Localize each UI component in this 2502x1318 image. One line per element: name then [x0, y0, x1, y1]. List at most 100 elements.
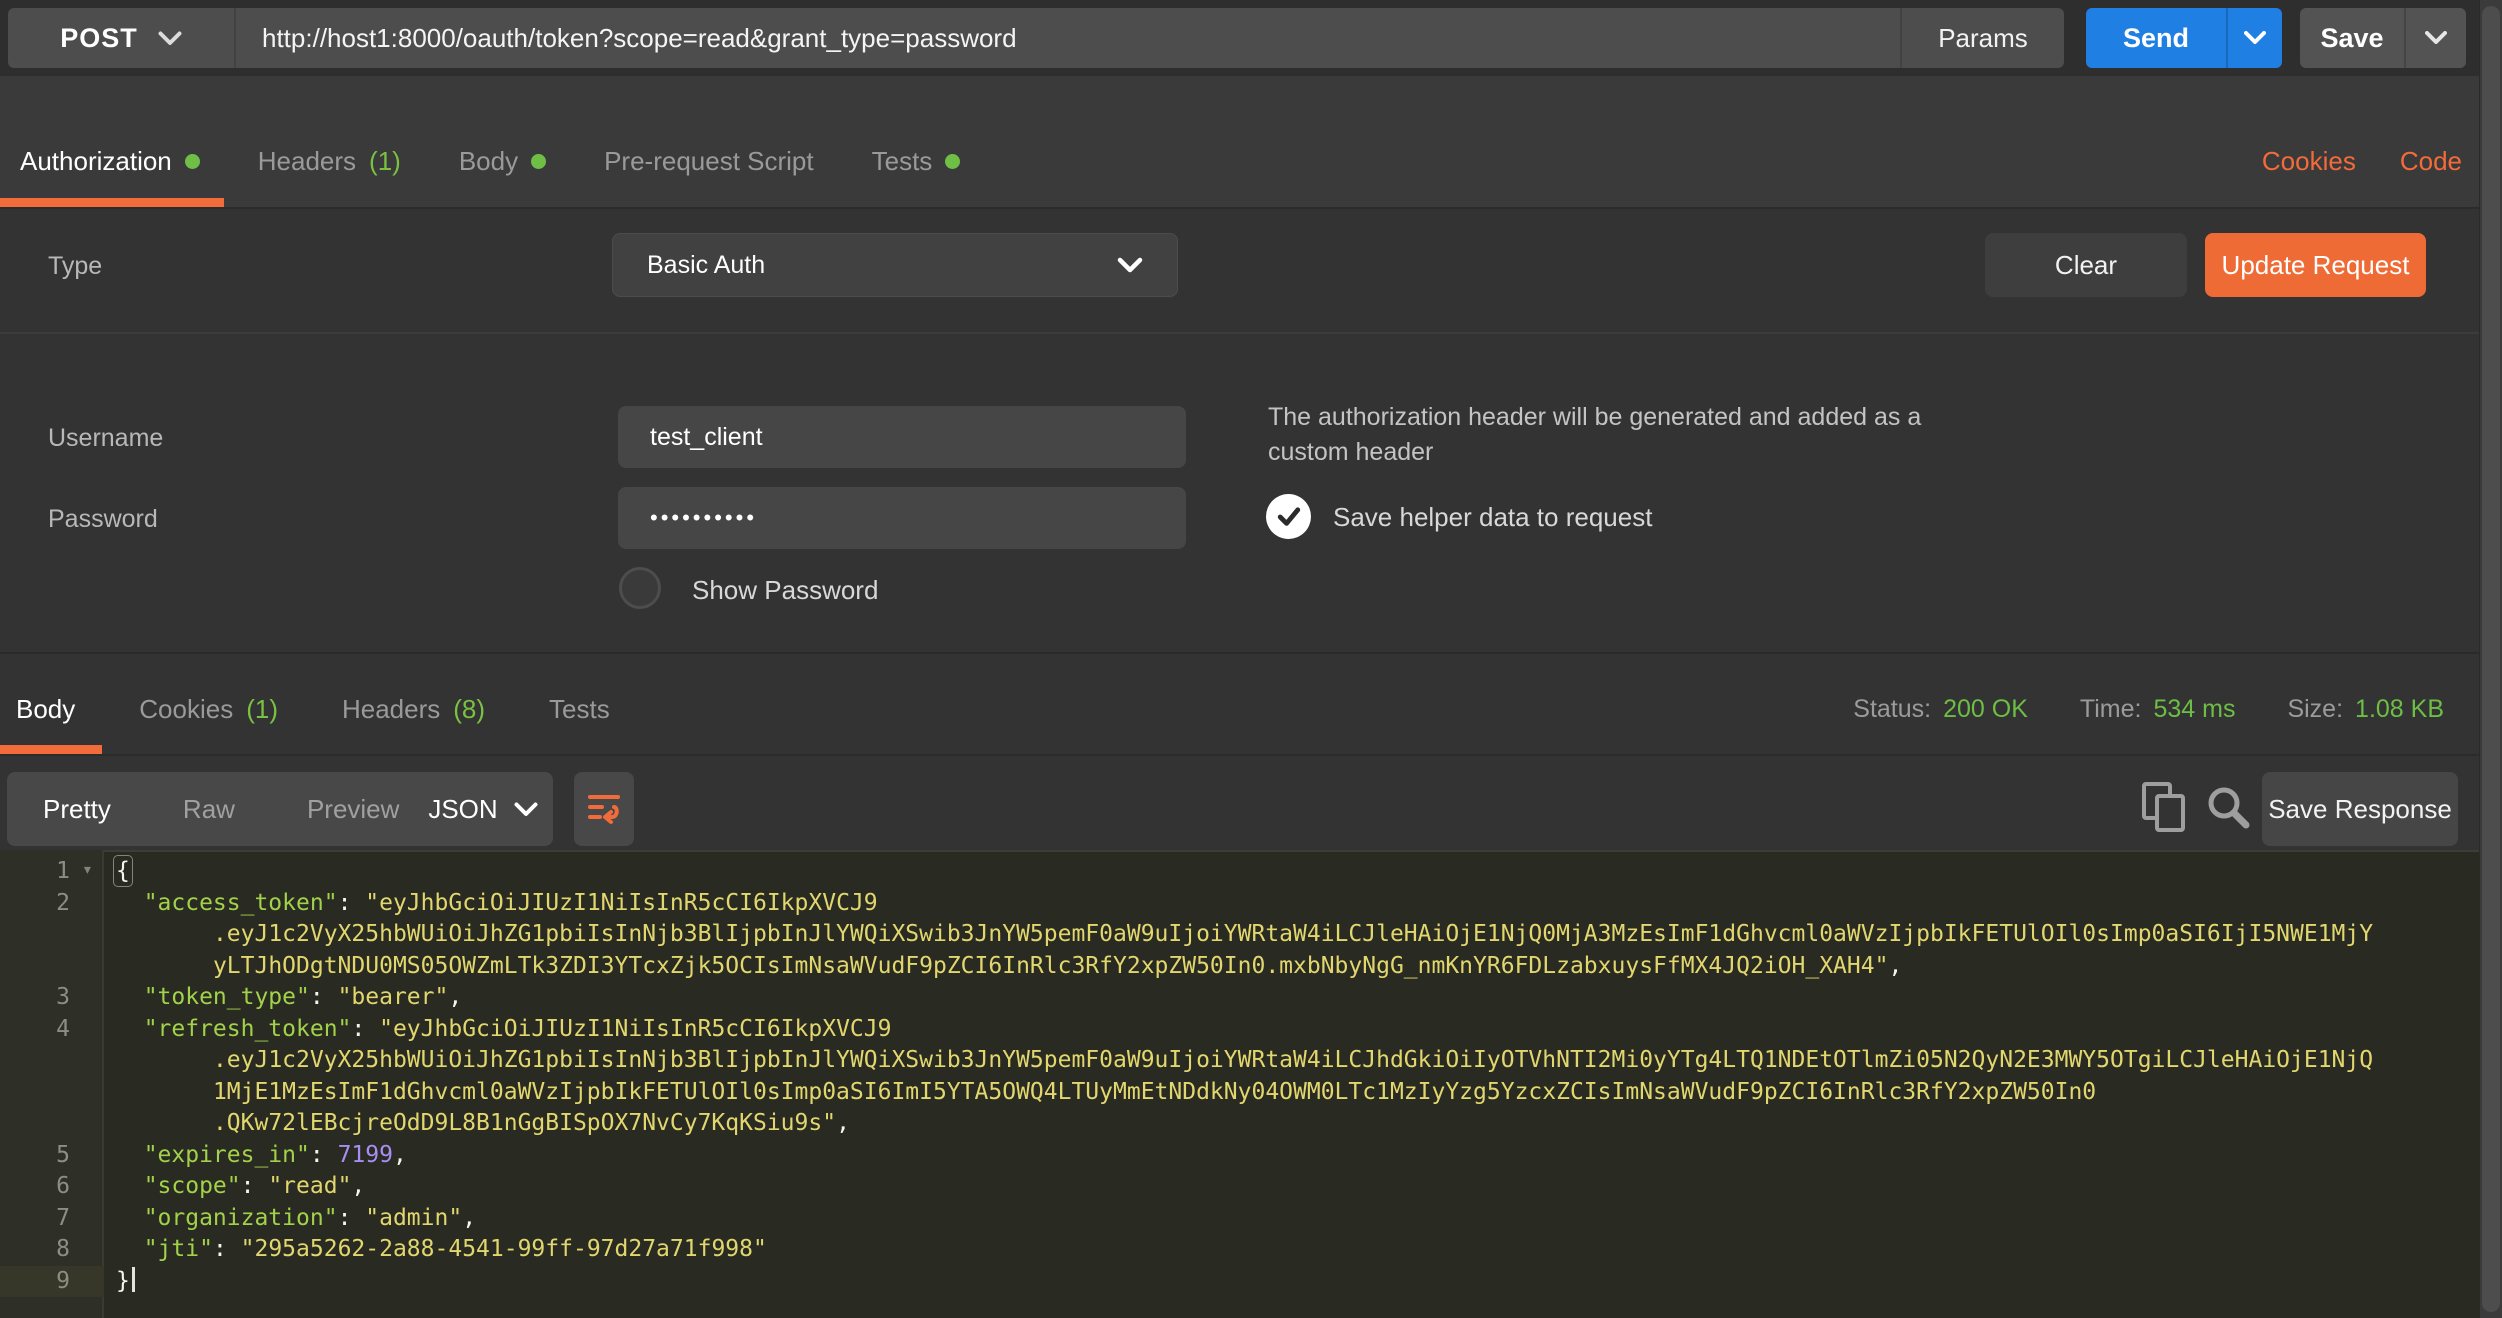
tab-label: Headers	[342, 694, 440, 725]
code-text: "jti": "295a5262-2a88-4541-99ff-97d27a71…	[116, 1234, 2502, 1266]
chevron-down-icon	[2244, 31, 2266, 45]
code-line: 4"refresh_token": "eyJhbGciOiJIUzI1NiIsI…	[0, 1014, 2502, 1046]
json-response-code: 1▾{2"access_token": "eyJhbGciOiJIUzI1NiI…	[0, 856, 2502, 1297]
code-token: "295a5262-2a88-4541-99ff-97d27a71f998"	[241, 1236, 767, 1262]
response-status-bar: Status: 200 OK Time: 534 ms Size: 1.08 K…	[1853, 695, 2444, 724]
scrollbar-thumb[interactable]	[2482, 6, 2500, 1312]
code-line: 1MjE1MzEsImF1dGhvcml0aWVzIjpbIkFETUlOIl0…	[0, 1077, 2502, 1109]
auth-type-value: Basic Auth	[647, 251, 765, 280]
line-number: 3	[0, 982, 70, 1014]
code-token: "read"	[268, 1173, 351, 1199]
format-value: JSON	[428, 794, 497, 825]
code-token: "admin"	[365, 1205, 462, 1231]
method-dropdown[interactable]: POST	[8, 8, 236, 68]
auth-type-select[interactable]: Basic Auth	[612, 233, 1178, 297]
tab-cookies[interactable]: Cookies(1)	[139, 694, 278, 725]
tab-tests[interactable]: Tests	[872, 146, 961, 177]
copy-icon	[2140, 780, 2188, 834]
code-text: .QKw72lEBcjreOdD9L8B1nGgBISpOX7NvCy7KqKS…	[116, 1108, 2502, 1140]
code-line: 7"organization": "admin",	[0, 1203, 2502, 1235]
save-button-group: Save	[2300, 8, 2466, 68]
tab-headers[interactable]: Headers(1)	[258, 146, 401, 177]
save-helper-checkbox[interactable]	[1266, 494, 1311, 539]
code-token: "scope"	[144, 1173, 241, 1199]
code-link[interactable]: Code	[2400, 146, 2462, 177]
update-request-button[interactable]: Update Request	[2205, 233, 2426, 297]
save-response-button[interactable]: Save Response	[2262, 772, 2458, 846]
wrap-text-button[interactable]	[574, 772, 634, 846]
tab-pre-request-script[interactable]: Pre-request Script	[604, 146, 814, 177]
search-button[interactable]	[2204, 783, 2252, 836]
clear-button[interactable]: Clear	[1985, 233, 2187, 297]
tab-body[interactable]: Body	[16, 694, 75, 725]
tab-headers[interactable]: Headers(8)	[342, 694, 485, 725]
url-input[interactable]: http://host1:8000/oauth/token?scope=read…	[236, 8, 1900, 68]
code-line: .eyJ1c2VyX25hbWUiOiJhZG1pbiIsInNjb3BlIjp…	[0, 1045, 2502, 1077]
chevron-down-icon	[158, 31, 182, 46]
response-tab-list: Body Cookies(1) Headers(8) Tests	[16, 694, 610, 725]
show-password-toggle[interactable]	[619, 567, 661, 609]
response-toolbar: PrettyRawPreview JSON	[0, 756, 2502, 850]
view-mode-preview[interactable]: Preview	[271, 794, 435, 825]
code-token: "token_type"	[144, 984, 310, 1010]
format-select[interactable]: JSON	[413, 772, 553, 846]
params-button[interactable]: Params	[1900, 8, 2064, 68]
code-token: .eyJ1c2VyX25hbWUiOiJhZG1pbiIsInNjb3BlIjp…	[213, 921, 2373, 947]
chevron-down-icon	[1117, 257, 1143, 273]
method-label: POST	[60, 23, 138, 54]
username-field[interactable]: test_client	[618, 406, 1186, 468]
status-item: Status: 200 OK	[1853, 695, 2028, 724]
copy-button[interactable]	[2140, 780, 2188, 839]
send-dropdown-button[interactable]	[2226, 8, 2282, 68]
show-password-label: Show Password	[692, 575, 878, 606]
code-token: "access_token"	[144, 890, 338, 916]
code-token: "expires_in"	[144, 1142, 310, 1168]
code-token: :	[338, 1205, 366, 1231]
password-label: Password	[48, 505, 158, 534]
code-token: ,	[1888, 953, 1902, 979]
code-token: :	[310, 1142, 338, 1168]
tab-tests[interactable]: Tests	[549, 694, 610, 725]
section-divider	[0, 332, 2502, 334]
save-button[interactable]: Save	[2300, 8, 2404, 68]
code-token: 7199	[338, 1142, 393, 1168]
view-mode-raw[interactable]: Raw	[147, 794, 271, 825]
tab-label: Pre-request Script	[604, 146, 814, 177]
tab-body[interactable]: Body	[459, 146, 546, 177]
code-token: ,	[836, 1110, 850, 1136]
request-tab-bar: Authorization Headers(1) Body Pre-request S…	[0, 76, 2502, 209]
size-label: Size:	[2287, 695, 2343, 724]
password-field[interactable]: ••••••••••	[618, 487, 1186, 549]
tab-label: Headers	[258, 146, 356, 177]
code-token: .QKw72lEBcjreOdD9L8B1nGgBISpOX7NvCy7KqKS…	[213, 1110, 836, 1136]
code-token: ,	[448, 984, 462, 1010]
active-tab-underline	[0, 198, 224, 207]
tab-authorization[interactable]: Authorization	[20, 146, 200, 177]
code-line: 5"expires_in": 7199,	[0, 1140, 2502, 1172]
time-label: Time:	[2080, 695, 2142, 724]
code-text: yLTJhODgtNDU0MS05OWZmLTk3ZDI3YTcxZjk5OCI…	[116, 951, 2502, 983]
view-mode-pretty[interactable]: Pretty	[7, 794, 147, 825]
search-icon	[2204, 783, 2252, 831]
cookies-link[interactable]: Cookies	[2262, 146, 2356, 177]
tab-label: Body	[16, 694, 75, 725]
code-text: .eyJ1c2VyX25hbWUiOiJhZG1pbiIsInNjb3BlIjp…	[116, 1045, 2502, 1077]
line-number: 4	[0, 1014, 70, 1046]
code-text: }	[116, 1266, 2502, 1298]
code-token: ,	[462, 1205, 476, 1231]
code-text: 1MjE1MzEsImF1dGhvcml0aWVzIjpbIkFETUlOIl0…	[116, 1077, 2502, 1109]
save-helper-label: Save helper data to request	[1333, 502, 1652, 533]
code-line: 6"scope": "read",	[0, 1171, 2502, 1203]
save-dropdown-button[interactable]	[2404, 8, 2466, 68]
code-text: .eyJ1c2VyX25hbWUiOiJhZG1pbiIsInNjb3BlIjp…	[116, 919, 2502, 951]
code-text: "organization": "admin",	[116, 1203, 2502, 1235]
url-group: POST http://host1:8000/oauth/token?scope…	[8, 8, 2064, 68]
fold-arrow-icon[interactable]: ▾	[82, 854, 93, 886]
username-value: test_client	[650, 423, 763, 452]
size-item: Size: 1.08 KB	[2287, 695, 2444, 724]
send-button[interactable]: Send	[2086, 8, 2226, 68]
status-value: 200 OK	[1943, 695, 2028, 724]
scrollbar-track[interactable]	[2479, 0, 2502, 1318]
code-line: 1▾{	[0, 856, 2502, 888]
code-token: "bearer"	[338, 984, 449, 1010]
